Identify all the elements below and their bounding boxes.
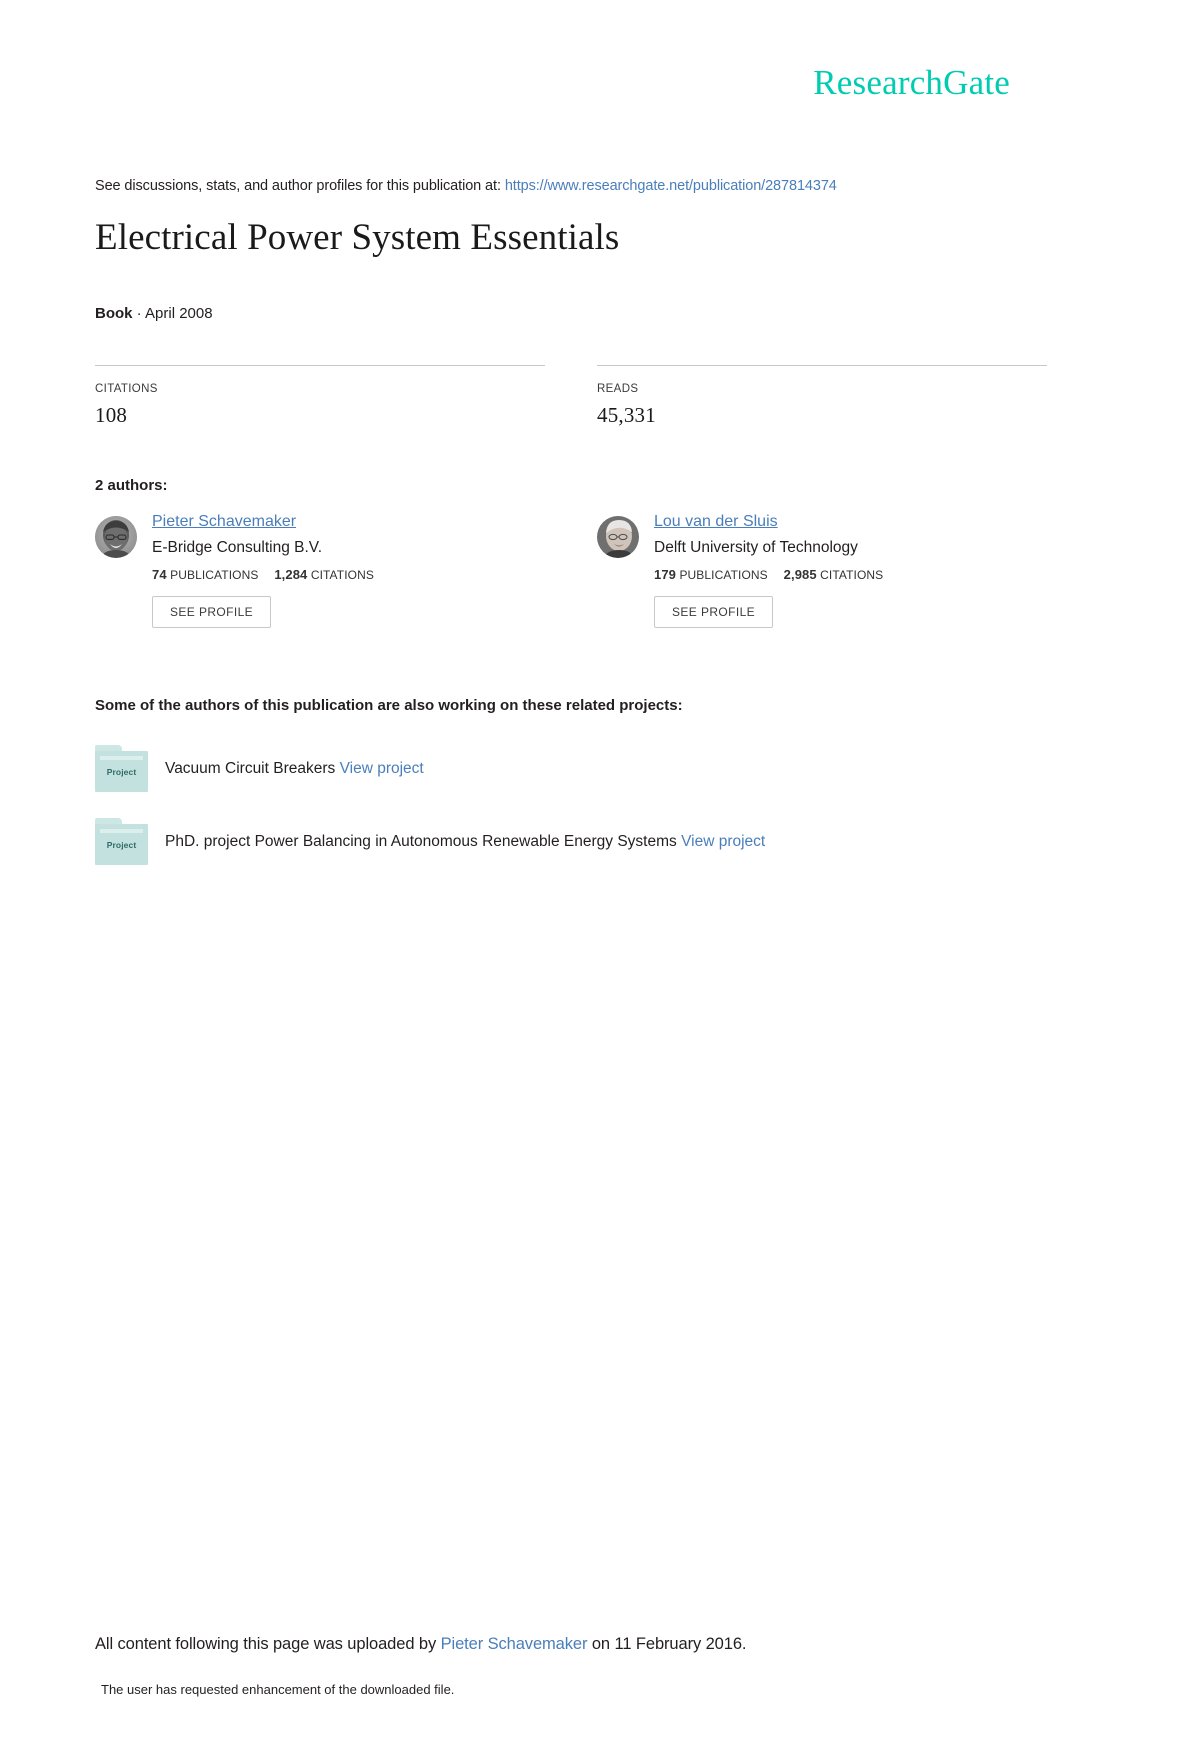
author-stats: 179 PUBLICATIONS 2,985 CITATIONS bbox=[654, 567, 883, 582]
project-title: PhD. project Power Balancing in Autonomo… bbox=[165, 832, 677, 850]
projects-heading: Some of the authors of this publication … bbox=[95, 697, 683, 714]
authors-heading: 2 authors: bbox=[95, 477, 168, 494]
list-item: Project Vacuum Circuit Breakers View pro… bbox=[95, 745, 995, 792]
discussions-prefix-text: See discussions, stats, and author profi… bbox=[95, 178, 501, 194]
project-text: Vacuum Circuit Breakers View project bbox=[165, 758, 424, 780]
author-card: Pieter Schavemaker E-Bridge Consulting B… bbox=[95, 512, 545, 628]
metric-divider bbox=[597, 365, 1047, 366]
author-citations-count: 1,284 bbox=[274, 567, 308, 582]
metric-value: 108 bbox=[95, 403, 128, 427]
author-citations-count: 2,985 bbox=[783, 567, 817, 582]
metric-label: READS bbox=[597, 383, 639, 395]
upload-suffix-text: on 11 February 2016. bbox=[591, 1635, 747, 1653]
avatar bbox=[95, 516, 137, 558]
project-icon-label: Project bbox=[106, 839, 137, 850]
project-folder-icon: Project bbox=[95, 745, 148, 792]
author-info: Pieter Schavemaker E-Bridge Consulting B… bbox=[152, 512, 374, 628]
publication-url-link[interactable]: https://www.researchgate.net/publication… bbox=[505, 178, 837, 194]
publication-date: April 2008 bbox=[145, 305, 213, 322]
author-info: Lou van der Sluis Delft University of Te… bbox=[654, 512, 883, 628]
researchgate-logo: ResearchGate bbox=[813, 63, 1010, 102]
author-card: Lou van der Sluis Delft University of Te… bbox=[597, 512, 1047, 628]
publications-label: PUBLICATIONS bbox=[170, 568, 259, 582]
discussions-line: See discussions, stats, and author profi… bbox=[95, 178, 837, 194]
author-name-link[interactable]: Lou van der Sluis bbox=[654, 513, 778, 530]
metric-divider bbox=[95, 365, 545, 366]
author-publications-count: 179 bbox=[654, 567, 676, 582]
project-folder-icon: Project bbox=[95, 818, 148, 865]
publication-type: Book bbox=[95, 305, 133, 322]
author-affiliation: Delft University of Technology bbox=[654, 539, 858, 556]
upload-prefix-text: All content following this page was uplo… bbox=[95, 1635, 437, 1653]
list-item: Project PhD. project Power Balancing in … bbox=[95, 818, 995, 865]
author-stats: 74 PUBLICATIONS 1,284 CITATIONS bbox=[152, 567, 374, 582]
metric-reads: READS 45,331 bbox=[597, 365, 1047, 428]
researchgate-cover-page: ResearchGate See discussions, stats, and… bbox=[0, 0, 1200, 1746]
publication-type-separator: · bbox=[136, 305, 142, 322]
metric-label: CITATIONS bbox=[95, 383, 158, 395]
metrics-row: CITATIONS 108 READS 45,331 bbox=[95, 365, 1055, 428]
see-profile-button[interactable]: SEE PROFILE bbox=[654, 596, 774, 628]
view-project-link[interactable]: View project bbox=[681, 833, 765, 850]
project-icon-label: Project bbox=[106, 766, 137, 777]
publication-type-line: Book · April 2008 bbox=[95, 305, 213, 322]
author-publications-count: 74 bbox=[152, 567, 167, 582]
enhancement-note: The user has requested enhancement of th… bbox=[101, 1682, 455, 1697]
uploader-link[interactable]: Pieter Schavemaker bbox=[441, 1635, 588, 1653]
upload-credit-line: All content following this page was uplo… bbox=[95, 1635, 747, 1654]
project-text: PhD. project Power Balancing in Autonomo… bbox=[165, 831, 765, 853]
see-profile-button[interactable]: SEE PROFILE bbox=[152, 596, 272, 628]
view-project-link[interactable]: View project bbox=[340, 760, 424, 777]
project-title: Vacuum Circuit Breakers bbox=[165, 759, 336, 777]
metric-value: 45,331 bbox=[597, 403, 656, 427]
metric-citations: CITATIONS 108 bbox=[95, 365, 545, 428]
author-affiliation: E-Bridge Consulting B.V. bbox=[152, 539, 323, 556]
page-title: Electrical Power System Essentials bbox=[95, 217, 620, 258]
authors-row: Pieter Schavemaker E-Bridge Consulting B… bbox=[95, 512, 1055, 628]
author-name-link[interactable]: Pieter Schavemaker bbox=[152, 513, 296, 530]
avatar bbox=[597, 516, 639, 558]
citations-label: CITATIONS bbox=[310, 568, 374, 582]
publications-label: PUBLICATIONS bbox=[679, 568, 768, 582]
citations-label: CITATIONS bbox=[820, 568, 884, 582]
